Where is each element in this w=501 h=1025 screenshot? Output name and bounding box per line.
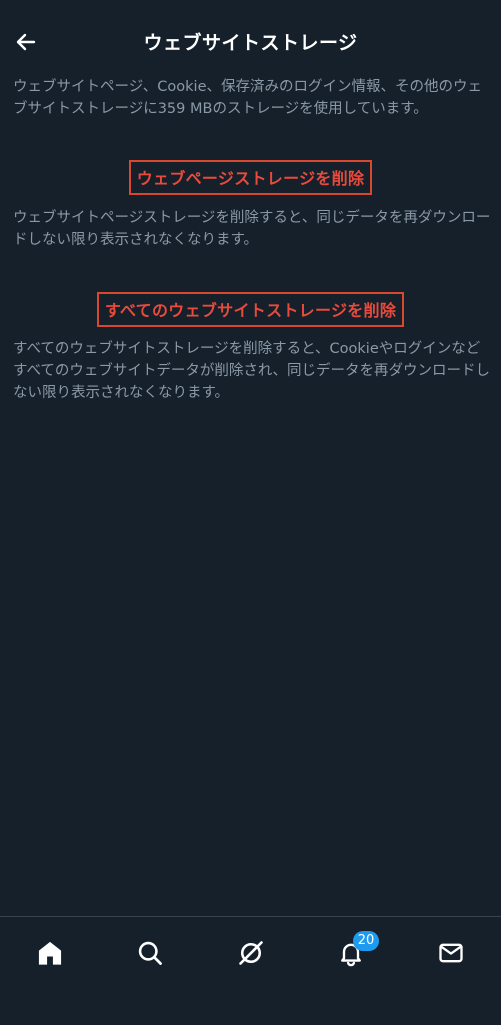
bottom-navigation: 20 — [0, 916, 501, 1025]
delete-all-storage-button[interactable]: すべてのウェブサイトストレージを削除 — [96, 292, 405, 327]
mail-icon — [439, 943, 463, 963]
delete-webpage-storage-description: ウェブサイトページストレージを削除すると、同じデータを再ダウンロードしない限り表… — [13, 210, 491, 248]
home-icon — [38, 941, 62, 965]
delete-webpage-storage-button[interactable]: ウェブページストレージを削除 — [128, 160, 373, 195]
page-title: ウェブサイトストレージ — [143, 32, 358, 54]
search-icon — [138, 941, 162, 965]
storage-usage-text: ウェブサイトページ、Cookie、保存済みのログイン情報、その他のウェブサイトス… — [13, 79, 482, 117]
nav-messages[interactable] — [431, 933, 471, 973]
delete-all-storage-row: すべてのウェブサイトストレージを削除 — [0, 292, 501, 327]
notification-badge: 20 — [353, 931, 379, 951]
nav-spaces[interactable] — [231, 933, 271, 973]
nav-home[interactable] — [30, 933, 70, 973]
spaces-icon — [239, 941, 263, 965]
delete-all-storage-description: すべてのウェブサイトストレージを削除すると、Cookieやログインなどすべてのウ… — [13, 341, 491, 401]
nav-search[interactable] — [130, 933, 170, 973]
delete-webpage-storage-row: ウェブページストレージを削除 — [0, 160, 501, 195]
header-bar: ウェブサイトストレージ — [0, 0, 501, 80]
